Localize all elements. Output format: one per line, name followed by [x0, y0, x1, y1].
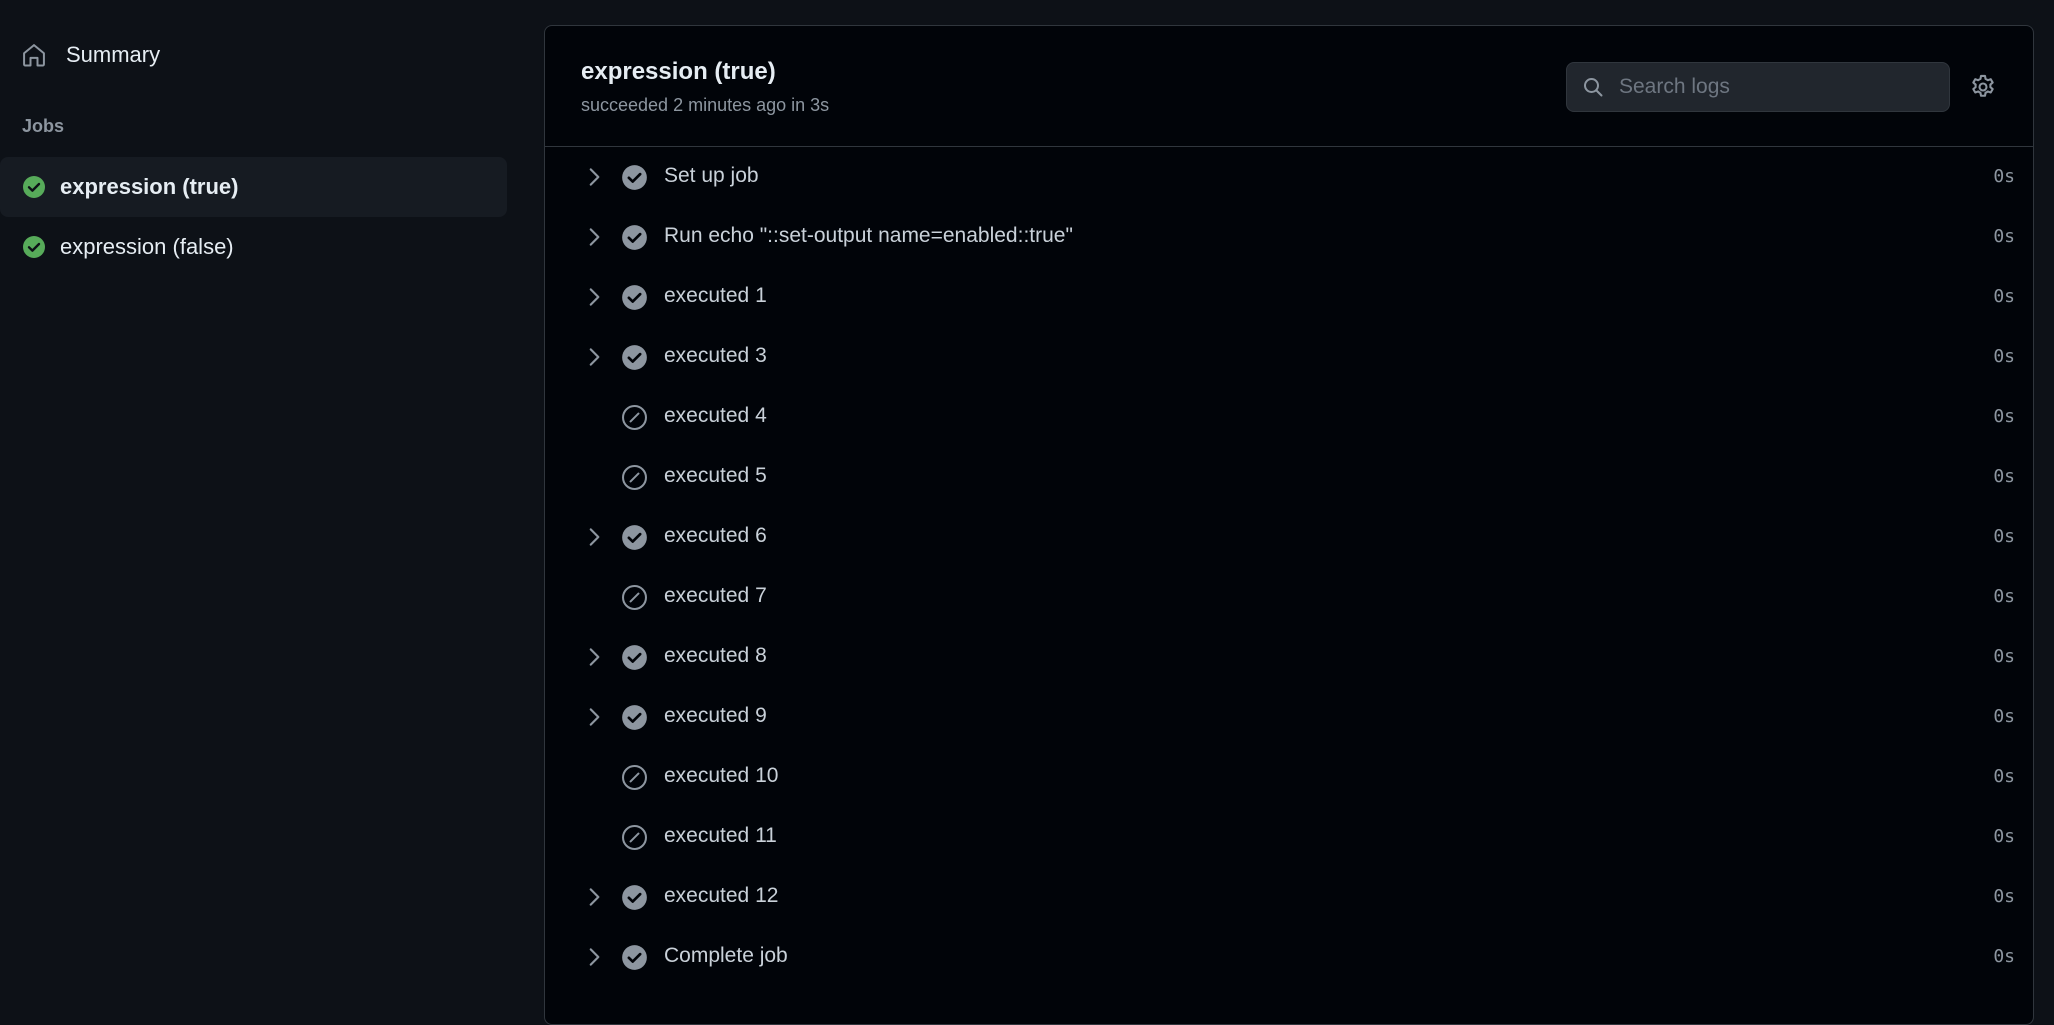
step-duration: 0s: [1993, 346, 2015, 367]
step-row: executed 11 0s: [545, 807, 2033, 867]
check-circle-icon: [622, 885, 647, 910]
step-row[interactable]: Set up job 0s: [545, 147, 2033, 207]
check-circle-icon: [622, 165, 647, 190]
check-circle-icon: [622, 945, 647, 970]
step-name: executed 8: [664, 644, 767, 667]
gear-icon: [1972, 74, 1994, 97]
step-name: executed 1: [664, 284, 767, 307]
chevron-right-icon: [589, 348, 600, 366]
step-duration: 0s: [1993, 286, 2015, 307]
job-log-panel: expression (true) succeeded 2 minutes ag…: [544, 25, 2034, 1025]
step-row[interactable]: executed 6 0s: [545, 507, 2033, 567]
success-check-icon: [23, 176, 45, 198]
step-duration: 0s: [1993, 586, 2015, 607]
step-name: Run echo "::set-output name=enabled::tru…: [664, 224, 1073, 247]
settings-button[interactable]: [1969, 73, 1999, 103]
sidebar: Summary Jobs expression (true) expressio…: [0, 0, 520, 1014]
step-duration: 0s: [1993, 526, 2015, 547]
summary-link[interactable]: Summary: [20, 35, 160, 75]
chevron-right-icon: [589, 168, 600, 186]
step-row[interactable]: Complete job 0s: [545, 927, 2033, 987]
step-duration: 0s: [1993, 886, 2015, 907]
check-circle-icon: [622, 645, 647, 670]
step-duration: 0s: [1993, 226, 2015, 247]
step-row[interactable]: Run echo "::set-output name=enabled::tru…: [545, 207, 2033, 267]
step-duration: 0s: [1993, 826, 2015, 847]
chevron-right-icon: [589, 708, 600, 726]
chevron-right-icon: [589, 888, 600, 906]
step-name: executed 5: [664, 464, 767, 487]
step-name: executed 4: [664, 404, 767, 427]
chevron-right-icon: [589, 228, 600, 246]
chevron-right-icon: [589, 528, 600, 546]
step-row[interactable]: executed 3 0s: [545, 327, 2033, 387]
step-row: executed 4 0s: [545, 387, 2033, 447]
chevron-right-icon: [589, 288, 600, 306]
step-row: executed 10 0s: [545, 747, 2033, 807]
search-icon: [1584, 78, 1603, 97]
job-title: expression (true): [581, 58, 776, 85]
step-row[interactable]: executed 8 0s: [545, 627, 2033, 687]
check-circle-icon: [622, 525, 647, 550]
step-row: executed 7 0s: [545, 567, 2033, 627]
chevron-right-icon: [589, 948, 600, 966]
step-name: executed 7: [664, 584, 767, 607]
job-meta: succeeded 2 minutes ago in 3s: [581, 95, 830, 115]
step-duration: 0s: [1993, 406, 2015, 427]
step-row[interactable]: executed 1 0s: [545, 267, 2033, 327]
skipped-icon: [622, 465, 647, 490]
skipped-icon: [622, 585, 647, 610]
step-name: Set up job: [664, 164, 759, 187]
step-name: executed 6: [664, 524, 767, 547]
step-duration: 0s: [1993, 166, 2015, 187]
step-duration: 0s: [1993, 766, 2015, 787]
skipped-icon: [622, 405, 647, 430]
job-item-expression-true[interactable]: expression (true): [0, 157, 507, 217]
step-name: executed 10: [664, 764, 779, 787]
step-name: executed 11: [664, 824, 777, 847]
check-circle-icon: [622, 705, 647, 730]
job-label: expression (false): [60, 234, 234, 259]
step-row: executed 5 0s: [545, 447, 2033, 507]
job-item-expression-false[interactable]: expression (false): [0, 217, 507, 277]
check-circle-icon: [622, 345, 647, 370]
success-check-icon: [23, 236, 45, 258]
step-row[interactable]: executed 12 0s: [545, 867, 2033, 927]
search-logs-box[interactable]: [1566, 62, 1950, 112]
home-icon: [23, 44, 45, 67]
check-circle-icon: [622, 225, 647, 250]
job-header: expression (true) succeeded 2 minutes ag…: [545, 26, 2033, 147]
step-row[interactable]: executed 9 0s: [545, 687, 2033, 747]
step-name: Complete job: [664, 944, 788, 967]
summary-label: Summary: [66, 42, 161, 67]
step-duration: 0s: [1993, 646, 2015, 667]
step-name: executed 9: [664, 704, 767, 727]
skipped-icon: [622, 825, 647, 850]
step-name: executed 3: [664, 344, 767, 367]
step-duration: 0s: [1993, 706, 2015, 727]
chevron-right-icon: [589, 648, 600, 666]
job-label: expression (true): [60, 174, 239, 199]
step-duration: 0s: [1993, 946, 2015, 967]
step-duration: 0s: [1993, 466, 2015, 487]
skipped-icon: [622, 765, 647, 790]
check-circle-icon: [622, 285, 647, 310]
step-name: executed 12: [664, 884, 779, 907]
jobs-heading: Jobs: [22, 116, 65, 136]
search-logs-input[interactable]: [1617, 74, 1941, 100]
